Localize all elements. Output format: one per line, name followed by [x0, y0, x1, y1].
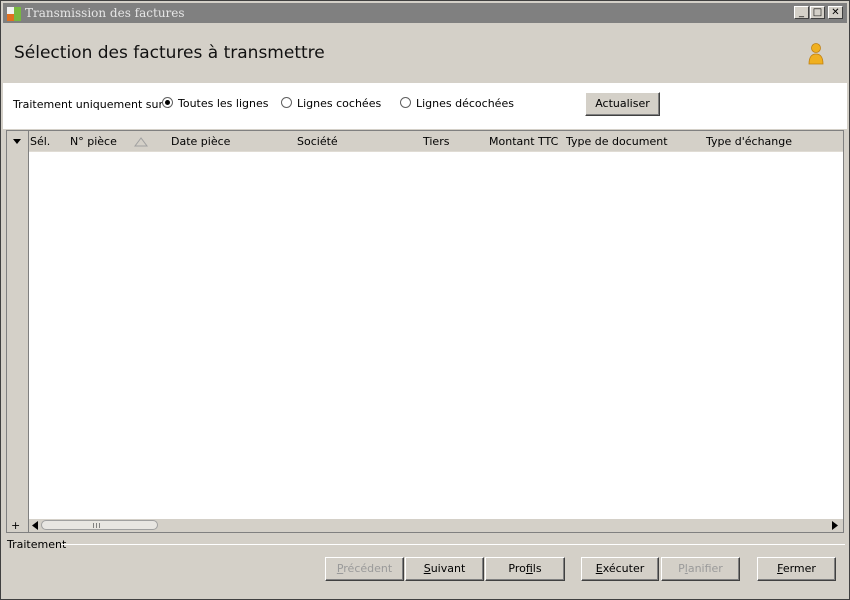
close-window-button[interactable]: ✕: [828, 6, 843, 19]
dropdown-arrow-icon[interactable]: [13, 139, 21, 144]
radio-unchecked-icon[interactable]: [281, 97, 292, 108]
execute-button[interactable]: Exécuter: [581, 557, 659, 581]
add-row-icon[interactable]: +: [11, 519, 20, 532]
scroll-right-icon[interactable]: [832, 521, 838, 530]
grid-header: Sél. N° pièce Date pièce Société Tiers M…: [29, 131, 843, 152]
page-header: Sélection des factures à transmettre: [3, 24, 847, 82]
status-divider: [61, 544, 845, 545]
next-button[interactable]: Suivant: [405, 557, 484, 581]
scroll-left-icon[interactable]: [32, 521, 38, 530]
radio-all-lines-label: Toutes les lignes: [178, 97, 269, 110]
radio-unchecked-icon[interactable]: [400, 97, 411, 108]
column-header-exchange-type[interactable]: Type d'échange: [706, 135, 792, 148]
maximize-button[interactable]: □: [810, 6, 825, 19]
app-icon: [7, 7, 21, 21]
radio-unchecked-lines[interactable]: Lignes décochées: [400, 97, 514, 110]
column-header-piece-number[interactable]: N° pièce: [70, 135, 117, 148]
schedule-button[interactable]: Planifier: [661, 557, 740, 581]
horizontal-scrollbar[interactable]: [29, 519, 843, 532]
radio-checked-lines-label: Lignes cochées: [297, 97, 382, 110]
column-header-selected[interactable]: Sél.: [30, 135, 50, 148]
minimize-button[interactable]: _: [794, 6, 809, 19]
invoice-grid[interactable]: + Sél. N° pièce Date pièce Société Tiers…: [6, 130, 844, 533]
column-header-third-party[interactable]: Tiers: [423, 135, 449, 148]
status-label: Traitement: [7, 538, 67, 551]
main-window: Transmission des factures _ □ ✕ Sélectio…: [0, 0, 850, 600]
radio-unchecked-lines-label: Lignes décochées: [416, 97, 514, 110]
scroll-thumb[interactable]: [41, 520, 158, 530]
previous-button[interactable]: Précédent: [325, 557, 404, 581]
page-title: Sélection des factures à transmettre: [14, 43, 325, 63]
filter-label: Traitement uniquement sur :: [13, 98, 171, 111]
refresh-button[interactable]: Actualiser: [585, 92, 660, 116]
user-icon: [808, 43, 824, 65]
radio-checked-icon[interactable]: [162, 97, 173, 108]
window-title: Transmission des factures: [25, 6, 185, 20]
grid-row-header: +: [7, 131, 29, 532]
title-bar[interactable]: Transmission des factures _ □ ✕: [3, 3, 847, 23]
filter-panel: Traitement uniquement sur : Toutes les l…: [3, 83, 847, 129]
column-header-company[interactable]: Société: [297, 135, 338, 148]
close-button[interactable]: Fermer: [757, 557, 836, 581]
radio-all-lines[interactable]: Toutes les lignes: [162, 97, 268, 110]
column-header-piece-date[interactable]: Date pièce: [171, 135, 230, 148]
profiles-button[interactable]: Profils: [485, 557, 565, 581]
column-header-document-type[interactable]: Type de document: [566, 135, 668, 148]
sort-ascending-icon[interactable]: [134, 137, 148, 147]
column-header-amount[interactable]: Montant TTC: [489, 135, 558, 148]
radio-checked-lines[interactable]: Lignes cochées: [281, 97, 381, 110]
